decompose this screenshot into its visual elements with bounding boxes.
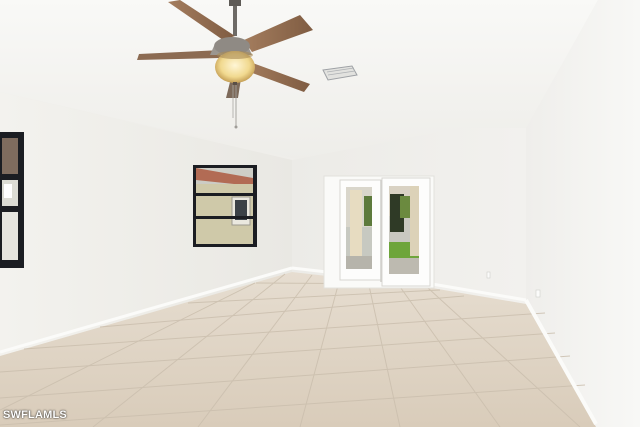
room-photo: SWFLAMLS [0, 0, 640, 427]
wall-outlet-back [486, 271, 491, 279]
room-illustration [0, 0, 640, 427]
french-doors [323, 175, 435, 289]
side-window [193, 165, 257, 247]
watermark-text: SWFLAMLS [3, 409, 67, 421]
left-window [0, 132, 24, 268]
wall-outlet-right [535, 289, 541, 298]
